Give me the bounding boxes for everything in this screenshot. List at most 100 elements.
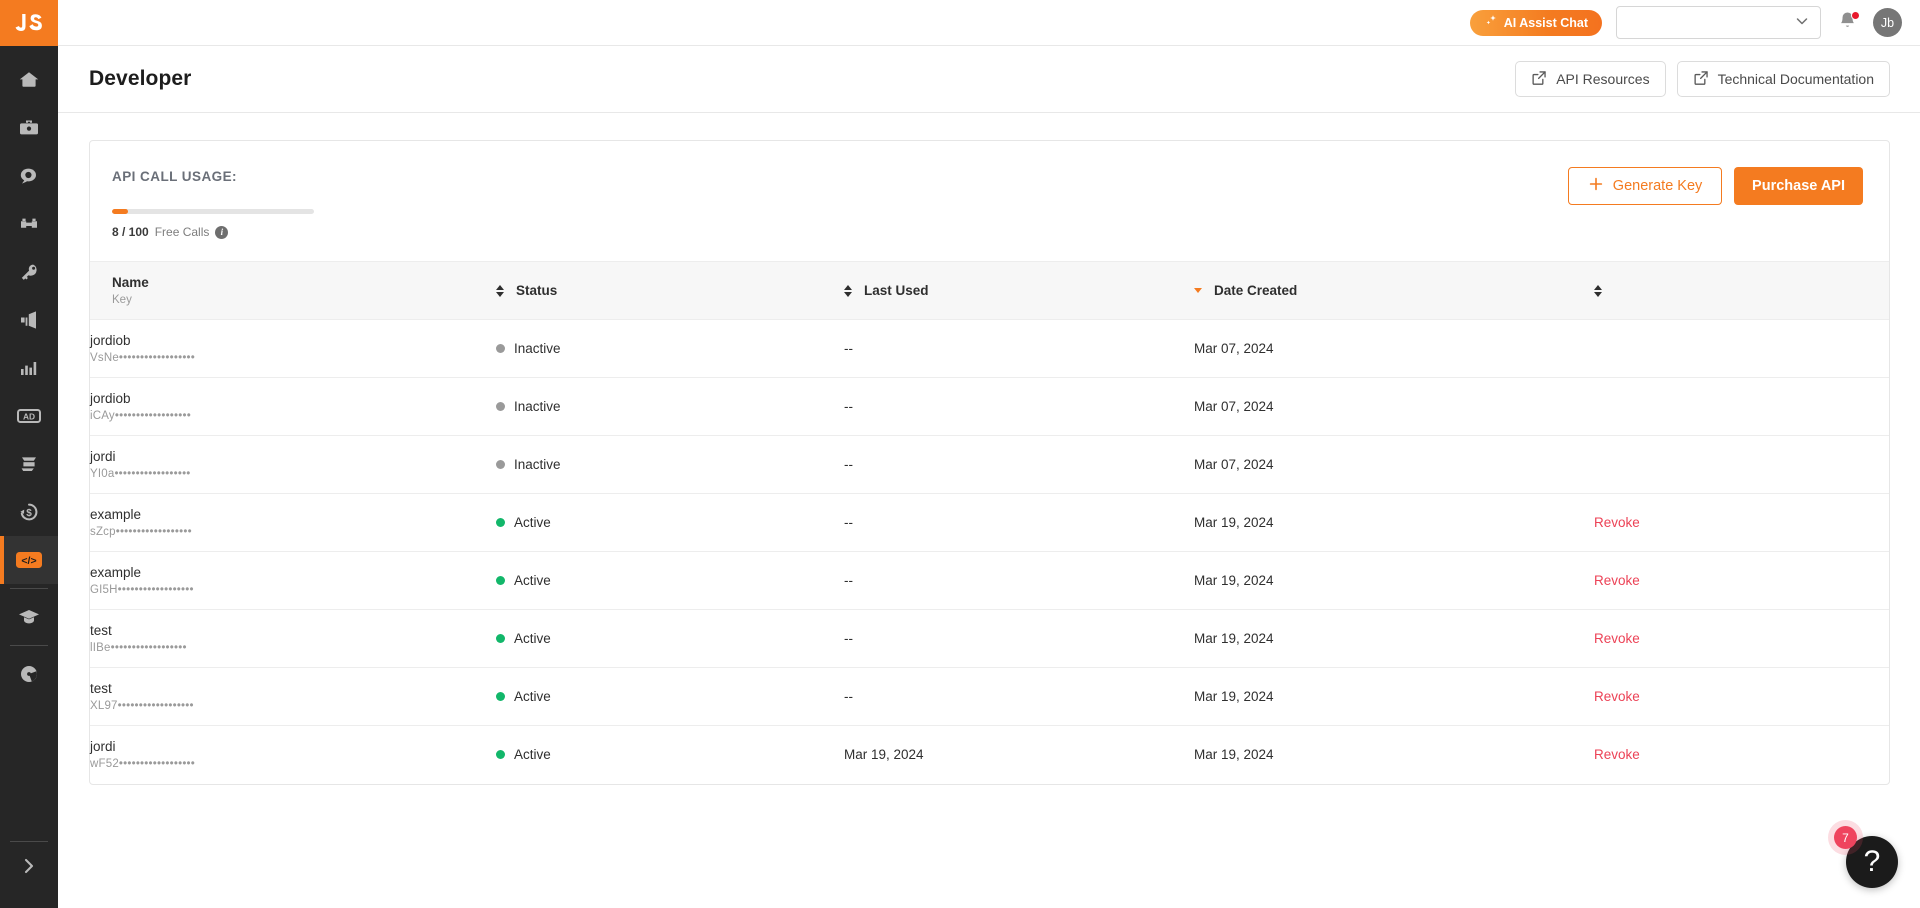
main-area: AI Assist Chat Jb Developer API Resource… <box>58 0 1920 908</box>
revoke-button[interactable]: Revoke <box>1594 515 1640 530</box>
table-row[interactable]: jordiob VsNe•••••••••••••••••• Inactive -- M… <box>90 319 1889 378</box>
column-header-actions[interactable] <box>1594 261 1889 320</box>
notifications-button[interactable] <box>1835 10 1860 35</box>
cell-last-used: Mar 19, 2024 <box>844 747 924 763</box>
status-label: Active <box>514 515 551 530</box>
sidebar-item-academy[interactable] <box>0 593 58 641</box>
cell-actions <box>1594 319 1889 378</box>
plus-icon <box>1588 176 1604 196</box>
sidebar-items: AD $ </> <box>0 46 58 837</box>
avatar[interactable]: Jb <box>1873 8 1902 37</box>
revoke-button[interactable]: Revoke <box>1594 689 1640 704</box>
megaphone-icon <box>17 308 41 332</box>
dollar-refresh-icon: $ <box>17 500 41 524</box>
table-row[interactable]: jordiob iCAy•••••••••••••••••• Inactive -- M… <box>90 377 1889 436</box>
table-row[interactable]: jordi YI0a•••••••••••••••••• Inactive -- Mar… <box>90 435 1889 494</box>
sort-icon-date-created-left[interactable] <box>1194 288 1202 293</box>
revoke-button[interactable]: Revoke <box>1594 573 1640 588</box>
graduation-cap-icon <box>17 605 41 629</box>
content-area: API CALL USAGE: 8 / 100 Free Calls i Gen… <box>58 113 1920 908</box>
box-exchange-icon <box>17 452 41 476</box>
sort-descending-arrow <box>1594 291 1602 297</box>
column-header-name[interactable]: Name Key <box>90 261 496 320</box>
sidebar-item-inventory[interactable] <box>0 440 58 488</box>
api-resources-button[interactable]: API Resources <box>1515 61 1666 97</box>
key-value: wF52•••••••••••••••••• <box>90 758 195 771</box>
sidebar-item-advertising[interactable] <box>0 296 58 344</box>
sidebar-item-analytics[interactable] <box>0 344 58 392</box>
cell-actions: Revoke <box>1594 551 1889 610</box>
cell-name: test lIBe•••••••••••••••••• <box>90 609 496 668</box>
generate-key-button[interactable]: Generate Key <box>1568 167 1723 205</box>
sort-icon-actions[interactable] <box>1594 284 1602 297</box>
table-row[interactable]: example GI5H•••••••••••••••••• Active -- Mar… <box>90 551 1889 610</box>
table-row[interactable]: test lIBe•••••••••••••••••• Active -- Mar 19… <box>90 609 1889 668</box>
sidebar-item-community[interactable] <box>0 650 58 698</box>
help-fab-wrapper: 7 ? <box>1834 826 1898 888</box>
cell-last-used: -- <box>844 377 1194 436</box>
status-dot <box>496 692 505 701</box>
ai-assist-chat-button[interactable]: AI Assist Chat <box>1469 9 1602 36</box>
status-label: Inactive <box>514 457 561 472</box>
page-header: Developer API Resources Technical Docume… <box>58 46 1920 113</box>
key-name: test <box>90 681 112 696</box>
sidebar-item-binoculars[interactable] <box>0 200 58 248</box>
cell-last-used: -- <box>844 319 1194 378</box>
sidebar-item-developer[interactable]: </> <box>0 536 58 584</box>
status-dot <box>496 460 505 469</box>
api-call-usage-info: API CALL USAGE: 8 / 100 Free Calls i <box>112 167 314 239</box>
column-header-status-label: Status <box>516 283 558 298</box>
sort-icon-status[interactable] <box>496 284 504 297</box>
api-call-usage-count: 8 / 100 <box>112 225 149 239</box>
table-row[interactable]: example sZcp•••••••••••••••••• Active -- Mar… <box>90 493 1889 552</box>
api-resources-label: API Resources <box>1556 71 1650 87</box>
status-label: Inactive <box>514 341 561 356</box>
bar-chart-icon <box>17 356 41 380</box>
purchase-api-button[interactable]: Purchase API <box>1734 167 1863 205</box>
api-call-usage-progress-fill <box>112 209 129 214</box>
revoke-button[interactable]: Revoke <box>1594 631 1640 646</box>
sidebar-item-ads[interactable]: AD <box>0 392 58 440</box>
chevron-right-icon <box>19 856 39 881</box>
column-header-last-used-label: Last Used <box>864 283 929 298</box>
column-header-date-created[interactable]: Date Created <box>1194 261 1594 320</box>
key-name: jordiob <box>90 333 131 348</box>
sidebar-item-keywords[interactable] <box>0 248 58 296</box>
sidebar-item-finance[interactable]: $ <box>0 488 58 536</box>
account-select[interactable] <box>1616 6 1821 39</box>
api-call-usage-title: API CALL USAGE: <box>112 169 238 184</box>
sidebar-divider <box>10 588 48 589</box>
sort-icon-last-used[interactable] <box>844 284 852 297</box>
column-header-status[interactable]: Status <box>496 261 844 320</box>
api-call-usage-progress-bar <box>112 209 314 214</box>
sidebar-item-search-insights[interactable] <box>0 152 58 200</box>
cell-actions <box>1594 377 1889 436</box>
cell-status: Active <box>496 493 844 552</box>
sidebar-item-home[interactable] <box>0 56 58 104</box>
cell-status: Inactive <box>496 435 844 494</box>
content-wrapper: API CALL USAGE: 8 / 100 Free Calls i Gen… <box>58 113 1920 908</box>
sort-descending-arrow-active <box>1194 288 1202 293</box>
app-logo[interactable] <box>0 0 58 46</box>
briefcase-icon <box>17 116 41 140</box>
revoke-button[interactable]: Revoke <box>1594 747 1640 762</box>
pie-globe-icon <box>17 662 41 686</box>
cell-status: Active <box>496 667 844 726</box>
technical-documentation-button[interactable]: Technical Documentation <box>1676 61 1890 97</box>
svg-text:$: $ <box>26 508 32 519</box>
sidebar-item-briefcase[interactable] <box>0 104 58 152</box>
info-icon[interactable]: i <box>215 225 229 239</box>
status-label: Active <box>514 689 551 704</box>
app-root: AD $ </> AI Assist Chat Jb Developer API… <box>0 0 1920 908</box>
table-row[interactable]: test XL97•••••••••••••••••• Active -- Mar 19… <box>90 667 1889 726</box>
key-value: sZcp•••••••••••••••••• <box>90 526 192 538</box>
sparkle-icon <box>1484 14 1498 31</box>
column-header-last-used[interactable]: Last Used <box>844 261 1194 320</box>
table-row[interactable]: jordi wF52•••••••••••••••••• Active Mar 19,… <box>90 726 1889 784</box>
cell-last-used: -- <box>844 609 1194 668</box>
status-dot <box>496 634 505 643</box>
sidebar-expand-button[interactable] <box>0 846 58 890</box>
api-call-usage-unit: Free Calls <box>154 225 210 239</box>
cell-name: jordi YI0a•••••••••••••••••• <box>90 435 496 494</box>
cell-date-created: Mar 19, 2024 <box>1194 609 1594 668</box>
